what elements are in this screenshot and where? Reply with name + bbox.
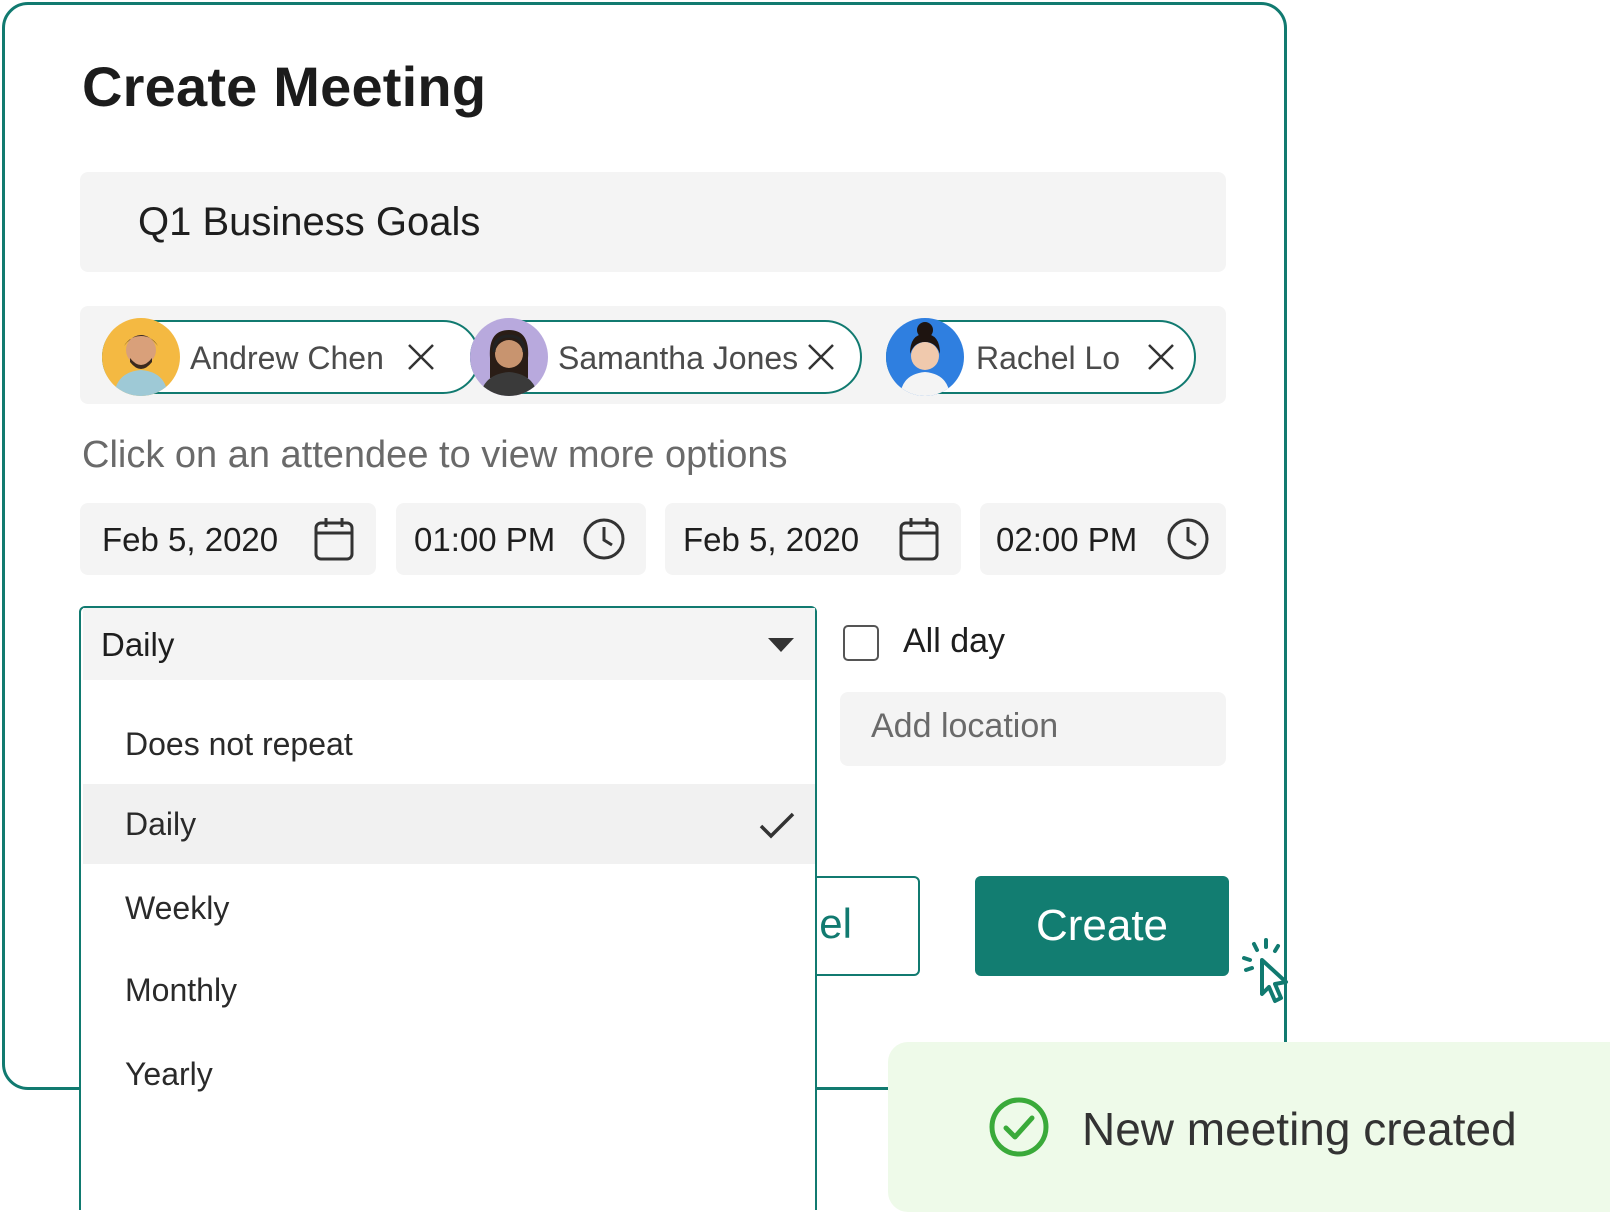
- remove-icon[interactable]: [1146, 342, 1176, 372]
- clock-icon[interactable]: [582, 517, 626, 561]
- end-time-value: 02:00 PM: [996, 521, 1138, 558]
- calendar-icon[interactable]: [314, 517, 354, 561]
- attendee-hint: Click on an attendee to view more option…: [82, 434, 788, 476]
- create-button[interactable]: Create: [975, 876, 1229, 976]
- repeat-option-yearly[interactable]: Yearly: [83, 1034, 815, 1114]
- start-time-field[interactable]: 01:00 PM: [396, 503, 646, 575]
- avatar: [886, 318, 964, 396]
- attendee-name: Rachel Lo: [976, 340, 1121, 376]
- option-label: Does not repeat: [125, 726, 353, 762]
- start-date-value: Feb 5, 2020: [102, 521, 279, 558]
- option-label: Daily: [125, 806, 197, 842]
- remove-icon[interactable]: [406, 342, 436, 372]
- repeat-option-does-not-repeat[interactable]: Does not repeat: [83, 704, 815, 784]
- chevron-down-icon[interactable]: [768, 638, 794, 652]
- check-icon: [759, 812, 795, 839]
- option-label: Monthly: [125, 972, 238, 1008]
- attendee-name: Andrew Chen: [190, 340, 384, 376]
- attendee-name: Samantha Jones: [558, 340, 799, 376]
- repeat-select[interactable]: Daily Does not repeat Daily Weekly Month…: [79, 606, 817, 1210]
- meeting-title-input[interactable]: Q1 Business Goals: [80, 172, 1226, 272]
- success-check-icon: [989, 1097, 1049, 1157]
- end-date-value: Feb 5, 2020: [683, 521, 860, 558]
- option-label: Weekly: [125, 890, 230, 926]
- repeat-selected-value: Daily: [101, 626, 175, 663]
- end-date-field[interactable]: Feb 5, 2020: [665, 503, 961, 575]
- attendee-chip[interactable]: Samantha Jones: [470, 318, 862, 396]
- toast-message: New meeting created: [1082, 1103, 1517, 1155]
- repeat-option-weekly[interactable]: Weekly: [83, 868, 815, 948]
- end-time-field[interactable]: 02:00 PM: [980, 503, 1226, 575]
- option-label: Yearly: [125, 1056, 213, 1092]
- click-cursor-icon: [1242, 938, 1288, 1003]
- repeat-option-daily[interactable]: Daily: [83, 784, 815, 864]
- attendee-chip[interactable]: Rachel Lo: [886, 318, 1196, 396]
- clock-icon[interactable]: [1166, 517, 1210, 561]
- repeat-option-monthly[interactable]: Monthly: [83, 950, 815, 1030]
- dialog-title: Create Meeting: [82, 55, 487, 118]
- cancel-button-label: el: [819, 900, 852, 947]
- calendar-icon[interactable]: [899, 517, 939, 561]
- start-time-value: 01:00 PM: [414, 521, 556, 558]
- avatar: [102, 318, 180, 396]
- attendee-chip[interactable]: Andrew Chen: [102, 318, 480, 396]
- success-toast: New meeting created: [888, 1042, 1610, 1212]
- attendees-field[interactable]: Andrew Chen Samantha Jones Rachel Lo: [80, 306, 1226, 404]
- avatar: [470, 318, 548, 396]
- remove-icon[interactable]: [806, 342, 836, 372]
- location-input[interactable]: Add location: [840, 692, 1226, 766]
- all-day-checkbox[interactable]: [843, 625, 879, 661]
- repeat-select-header[interactable]: Daily: [83, 608, 815, 680]
- start-date-field[interactable]: Feb 5, 2020: [80, 503, 376, 575]
- all-day-label: All day: [903, 622, 1006, 660]
